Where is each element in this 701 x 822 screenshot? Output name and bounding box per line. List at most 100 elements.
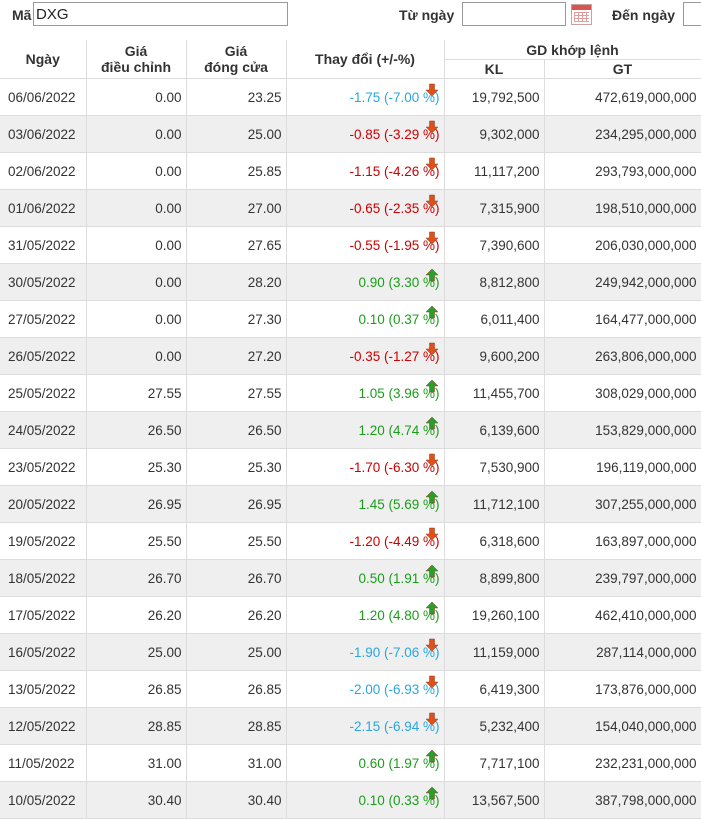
- arrow-down-icon: [424, 675, 439, 689]
- arrow-down-icon: [424, 120, 439, 134]
- cell-volume: 9,600,200: [444, 337, 545, 375]
- cell-date: 01/06/2022: [0, 189, 87, 227]
- arrow-down-icon: [424, 712, 439, 726]
- cell-date: 19/05/2022: [0, 522, 87, 560]
- cell-value: 308,029,000,000: [544, 374, 701, 412]
- cell-volume: 5,232,400: [444, 707, 545, 745]
- cell-adjusted-price: 26.95: [86, 485, 187, 523]
- cell-change: 1.20 (4.74 %): [286, 411, 445, 449]
- cell-volume: 6,419,300: [444, 670, 545, 708]
- cell-volume: 7,390,600: [444, 226, 545, 264]
- cell-close-price: 26.70: [186, 559, 287, 597]
- arrow-up-icon: [424, 786, 439, 800]
- cell-close-price: 28.85: [186, 707, 287, 745]
- cell-volume: 19,792,500: [444, 78, 545, 116]
- header-matched-trades: GD khớp lệnh: [444, 40, 701, 60]
- cell-value: 249,942,000,000: [544, 263, 701, 301]
- cell-date: 20/05/2022: [0, 485, 87, 523]
- cell-volume: 8,899,800: [444, 559, 545, 597]
- cell-date: 25/05/2022: [0, 374, 87, 412]
- from-date-label: Từ ngày: [399, 7, 455, 23]
- cell-adjusted-price: 25.50: [86, 522, 187, 560]
- cell-value: 154,040,000,000: [544, 707, 701, 745]
- arrow-up-icon: [424, 601, 439, 615]
- table-row: 24/05/2022 26.50 26.50 1.20 (4.74 %) 6,139,6…: [0, 411, 701, 449]
- arrow-up-icon: [424, 379, 439, 393]
- cell-value: 287,114,000,000: [544, 633, 701, 671]
- arrow-up-icon: [424, 749, 439, 763]
- cell-adjusted-price: 25.30: [86, 448, 187, 486]
- header-adjusted-price-line1: Giá: [124, 43, 148, 59]
- table-row: 12/05/2022 28.85 28.85 -2.15 (-6.94 %) 5,232…: [0, 707, 701, 745]
- cell-adjusted-price: 25.00: [86, 633, 187, 671]
- to-date-label: Đến ngày: [612, 7, 676, 23]
- cell-close-price: 25.30: [186, 448, 287, 486]
- cell-adjusted-price: 31.00: [86, 744, 187, 782]
- header-close-price-line1: Giá: [224, 43, 248, 59]
- header-close-price: Giá đóng cửa: [186, 40, 287, 79]
- cell-value: 234,295,000,000: [544, 115, 701, 153]
- cell-volume: 7,315,900: [444, 189, 545, 227]
- table-row: 19/05/2022 25.50 25.50 -1.20 (-4.49 %) 6,318…: [0, 522, 701, 560]
- header-value: GT: [544, 59, 701, 79]
- table-row: 01/06/2022 0.00 27.00 -0.65 (-2.35 %) 7,315,…: [0, 189, 701, 227]
- cell-value: 163,897,000,000: [544, 522, 701, 560]
- arrow-down-icon: [424, 453, 439, 467]
- cell-adjusted-price: 0.00: [86, 263, 187, 301]
- to-date-input[interactable]: [683, 2, 701, 26]
- table-row: 30/05/2022 0.00 28.20 0.90 (3.30 %) 8,812,80…: [0, 263, 701, 301]
- from-date-input[interactable]: [462, 2, 566, 26]
- table-row: 27/05/2022 0.00 27.30 0.10 (0.37 %) 6,011,40…: [0, 300, 701, 338]
- cell-date: 11/05/2022: [0, 744, 87, 782]
- cell-value: 293,793,000,000: [544, 152, 701, 190]
- arrow-down-icon: [424, 83, 439, 97]
- cell-adjusted-price: 0.00: [86, 300, 187, 338]
- cell-change: 0.60 (1.97 %): [286, 744, 445, 782]
- table-row: 10/05/2022 30.40 30.40 0.10 (0.33 %) 13,567,…: [0, 781, 701, 819]
- arrow-down-icon: [424, 194, 439, 208]
- cell-close-price: 28.20: [186, 263, 287, 301]
- price-history-table: Ngày Giá điều chỉnh Giá đóng cửa Thay đổ…: [0, 40, 701, 819]
- cell-change: 1.45 (5.69 %): [286, 485, 445, 523]
- cell-date: 31/05/2022: [0, 226, 87, 264]
- cell-adjusted-price: 26.20: [86, 596, 187, 634]
- cell-date: 13/05/2022: [0, 670, 87, 708]
- cell-change: -1.70 (-6.30 %): [286, 448, 445, 486]
- cell-volume: 6,011,400: [444, 300, 545, 338]
- cell-value: 232,231,000,000: [544, 744, 701, 782]
- cell-volume: 9,302,000: [444, 115, 545, 153]
- cell-value: 239,797,000,000: [544, 559, 701, 597]
- table-row: 06/06/2022 0.00 23.25 -1.75 (-7.00 %) 19,792…: [0, 78, 701, 116]
- cell-adjusted-price: 30.40: [86, 781, 187, 819]
- ticker-input[interactable]: [33, 2, 288, 26]
- cell-change: -0.35 (-1.27 %): [286, 337, 445, 375]
- cell-adjusted-price: 0.00: [86, 337, 187, 375]
- table-row: 25/05/2022 27.55 27.55 1.05 (3.96 %) 11,455,…: [0, 374, 701, 412]
- cell-close-price: 26.85: [186, 670, 287, 708]
- cell-change: -1.15 (-4.26 %): [286, 152, 445, 190]
- calendar-icon[interactable]: [571, 4, 592, 25]
- cell-date: 27/05/2022: [0, 300, 87, 338]
- cell-value: 153,829,000,000: [544, 411, 701, 449]
- cell-value: 462,410,000,000: [544, 596, 701, 634]
- cell-close-price: 23.25: [186, 78, 287, 116]
- table-row: 16/05/2022 25.00 25.00 -1.90 (-7.06 %) 11,15…: [0, 633, 701, 671]
- cell-close-price: 30.40: [186, 781, 287, 819]
- header-change: Thay đổi (+/-%): [286, 40, 445, 79]
- cell-value: 387,798,000,000: [544, 781, 701, 819]
- cell-change: 0.10 (0.33 %): [286, 781, 445, 819]
- arrow-down-icon: [424, 527, 439, 541]
- table-row: 02/06/2022 0.00 25.85 -1.15 (-4.26 %) 11,117…: [0, 152, 701, 190]
- table-row: 20/05/2022 26.95 26.95 1.45 (5.69 %) 11,712,…: [0, 485, 701, 523]
- cell-close-price: 26.20: [186, 596, 287, 634]
- cell-date: 17/05/2022: [0, 596, 87, 634]
- header-volume: KL: [444, 59, 545, 79]
- arrow-up-icon: [424, 490, 439, 504]
- table-row: 31/05/2022 0.00 27.65 -0.55 (-1.95 %) 7,390,…: [0, 226, 701, 264]
- cell-date: 26/05/2022: [0, 337, 87, 375]
- arrow-up-icon: [424, 305, 439, 319]
- cell-date: 10/05/2022: [0, 781, 87, 819]
- table-row: 13/05/2022 26.85 26.85 -2.00 (-6.93 %) 6,419…: [0, 670, 701, 708]
- cell-close-price: 27.55: [186, 374, 287, 412]
- cell-adjusted-price: 28.85: [86, 707, 187, 745]
